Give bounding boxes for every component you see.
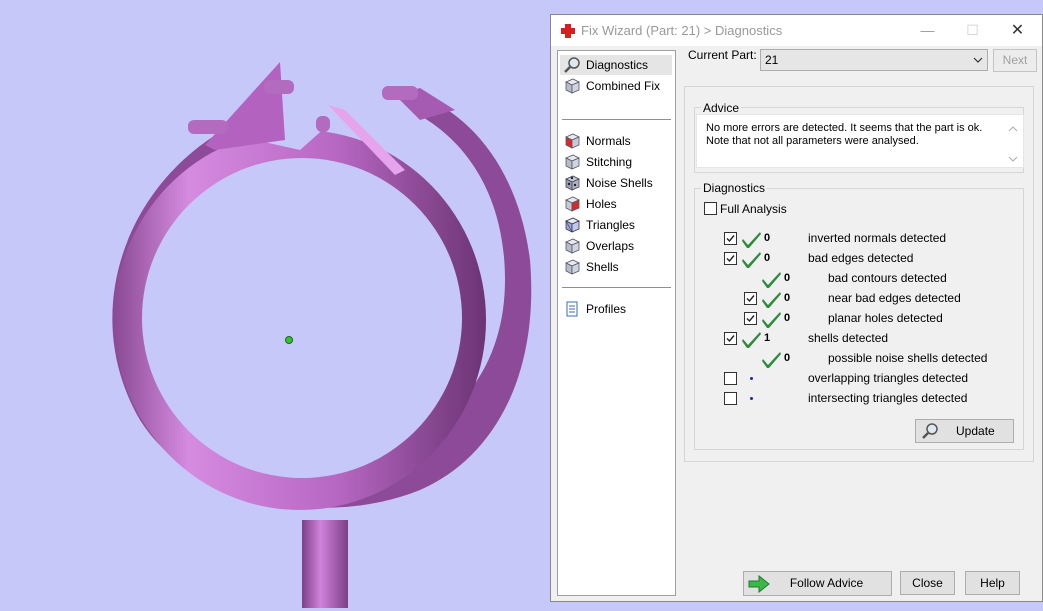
cube-red-icon xyxy=(565,196,580,212)
diagnostic-label: overlapping triangles detected xyxy=(808,371,969,385)
wizard-nav-list: Diagnostics Combined Fix Normals Stitchi… xyxy=(557,50,676,596)
diagnostic-count: 0 xyxy=(784,272,791,284)
red-cross-icon xyxy=(561,24,575,38)
cube-blue-icon xyxy=(565,217,580,233)
diagnostic-checkbox[interactable] xyxy=(724,232,737,245)
checkmark-icon xyxy=(726,335,735,343)
status-pending-icon xyxy=(750,397,753,400)
next-button[interactable]: Next xyxy=(993,49,1037,72)
help-button[interactable]: Help xyxy=(965,571,1020,595)
diagnostic-checkbox[interactable] xyxy=(744,292,757,305)
nav-item-profiles[interactable]: Profiles xyxy=(560,299,672,319)
cube-icon xyxy=(565,78,580,94)
full-analysis-label: Full Analysis xyxy=(720,202,787,216)
nav-item-normals[interactable]: Normals xyxy=(560,131,672,151)
diagnostic-count: 0 xyxy=(784,352,791,364)
maximize-button[interactable]: ☐ xyxy=(950,15,995,46)
diagnostic-checkbox[interactable] xyxy=(724,252,737,265)
diagnostic-count: 0 xyxy=(764,232,771,244)
diagnostic-checkbox[interactable] xyxy=(744,312,757,325)
nav-item-combined-fix[interactable]: Combined Fix xyxy=(560,76,672,96)
checkmark-icon xyxy=(726,255,735,263)
cube-icon xyxy=(565,154,580,170)
status-ok-icon xyxy=(742,332,761,348)
diagnostics-title: Diagnostics xyxy=(701,181,768,195)
noise-shells-icon xyxy=(565,175,580,191)
update-button[interactable]: Update xyxy=(915,419,1014,443)
full-analysis-checkbox[interactable] xyxy=(704,202,717,215)
update-label: Update xyxy=(956,424,995,438)
nav-separator xyxy=(562,287,671,288)
status-ok-icon xyxy=(742,232,761,248)
diagnostic-label: possible noise shells detected xyxy=(828,351,988,365)
diagnostic-checkbox[interactable] xyxy=(724,332,737,345)
nav-item-diagnostics[interactable]: Diagnostics xyxy=(560,55,672,75)
follow-advice-label: Follow Advice xyxy=(789,576,864,590)
magnifier-icon xyxy=(564,57,580,73)
diagnostic-count: 0 xyxy=(784,292,791,304)
cube-icon xyxy=(565,259,580,275)
current-part-select[interactable]: 21 xyxy=(760,49,988,71)
nav-item-shells[interactable]: Shells xyxy=(560,257,672,277)
diagnostic-count: 0 xyxy=(764,252,771,264)
dialog-title: Fix Wizard (Part: 21) > Diagnostics xyxy=(581,23,783,38)
status-ok-icon xyxy=(762,352,781,368)
diagnostic-checkbox[interactable] xyxy=(724,392,737,405)
document-icon xyxy=(566,301,578,317)
nav-item-stitching[interactable]: Stitching xyxy=(560,152,672,172)
nav-item-noise-shells[interactable]: Noise Shells xyxy=(560,173,672,193)
status-ok-icon xyxy=(762,272,781,288)
green-arrow-icon xyxy=(748,575,770,593)
nav-separator xyxy=(562,119,671,120)
cube-red-icon xyxy=(565,133,580,149)
diagnostic-count: 1 xyxy=(764,332,771,344)
scroll-down-icon[interactable] xyxy=(1008,155,1018,163)
diagnostic-checkbox[interactable] xyxy=(724,372,737,385)
diagnostic-label: shells detected xyxy=(808,331,889,345)
cube-icon xyxy=(565,238,580,254)
status-pending-icon xyxy=(750,377,753,380)
diagnostic-label: bad contours detected xyxy=(828,271,947,285)
diagnostic-label: near bad edges detected xyxy=(828,291,961,305)
close-button[interactable]: Close xyxy=(900,571,955,595)
title-bar[interactable]: Fix Wizard (Part: 21) > Diagnostics — ☐ … xyxy=(551,15,1042,46)
follow-advice-button[interactable]: Follow Advice xyxy=(743,571,892,596)
current-part-label: Current Part: xyxy=(688,48,757,62)
magnifier-icon xyxy=(922,423,938,439)
advice-title: Advice xyxy=(701,101,742,115)
advice-textbox[interactable]: No more errors are detected. It seems th… xyxy=(696,114,1024,168)
checkmark-icon xyxy=(726,235,735,243)
nav-item-holes[interactable]: Holes xyxy=(560,194,672,214)
minimize-button[interactable]: — xyxy=(905,15,950,46)
diagnostic-label: bad edges detected xyxy=(808,251,914,265)
scroll-up-icon[interactable] xyxy=(1008,125,1018,133)
diagnostic-count: 0 xyxy=(784,312,791,324)
current-part-value: 21 xyxy=(765,53,779,67)
close-window-button[interactable]: ✕ xyxy=(995,15,1040,46)
nav-item-overlaps[interactable]: Overlaps xyxy=(560,236,672,256)
status-ok-icon xyxy=(762,312,781,328)
checkmark-icon xyxy=(746,315,755,323)
chevron-down-icon xyxy=(973,57,983,63)
advice-text: No more errors are detected. It seems th… xyxy=(706,122,983,147)
status-ok-icon xyxy=(742,252,761,268)
checkmark-icon xyxy=(746,295,755,303)
diagnostic-label: planar holes detected xyxy=(828,311,943,325)
diagnostic-label: intersecting triangles detected xyxy=(808,391,968,405)
diagnostic-label: inverted normals detected xyxy=(808,231,947,245)
nav-item-triangles[interactable]: Triangles xyxy=(560,215,672,235)
status-ok-icon xyxy=(762,292,781,308)
